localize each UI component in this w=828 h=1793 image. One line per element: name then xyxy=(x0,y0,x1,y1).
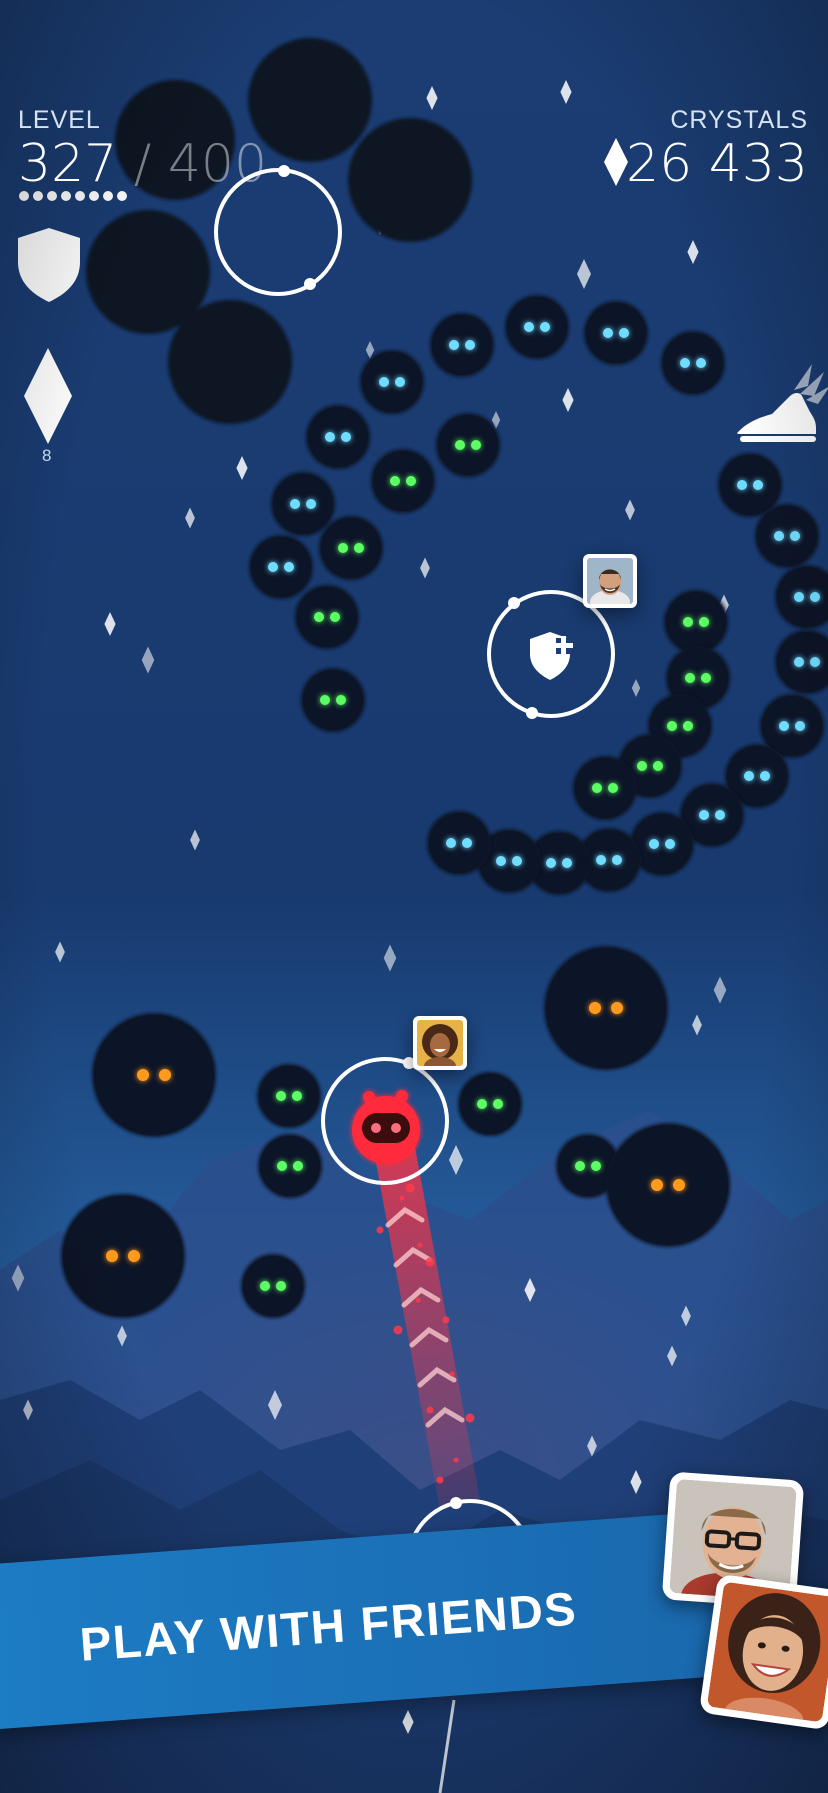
level-current: 327 xyxy=(18,134,118,194)
large-dark-creature xyxy=(606,1123,730,1247)
dark-creature xyxy=(755,504,819,568)
dark-creature xyxy=(573,756,637,820)
friend-avatar xyxy=(417,1020,463,1066)
trail-particle xyxy=(426,1406,434,1414)
trail-particle xyxy=(417,1242,423,1248)
trail-particle xyxy=(415,1297,421,1303)
trail-particle xyxy=(436,1476,444,1484)
dark-creature xyxy=(301,668,365,732)
dark-creature xyxy=(505,295,569,359)
dark-creature xyxy=(661,331,725,395)
trail-particle xyxy=(425,1257,435,1267)
trail-particle xyxy=(453,1457,459,1463)
dark-creature xyxy=(584,301,648,365)
large-dark-creature xyxy=(544,946,668,1070)
dark-creature xyxy=(718,453,782,517)
trail-particle xyxy=(442,1316,450,1324)
dark-creature xyxy=(436,413,500,477)
dark-creature xyxy=(427,811,491,875)
trail-particle xyxy=(399,1195,405,1201)
large-dark-creature xyxy=(92,1013,216,1137)
friend-tag-curly-woman[interactable] xyxy=(413,1016,467,1070)
dark-creature xyxy=(306,405,370,469)
trail-particle xyxy=(465,1413,475,1423)
dark-creature xyxy=(295,585,359,649)
trail-particle xyxy=(393,1325,403,1335)
dark-creature xyxy=(257,1064,321,1128)
dark-creature xyxy=(241,1254,305,1318)
level-label: LEVEL xyxy=(18,106,101,134)
dark-creature xyxy=(371,449,435,513)
friend-card-smiling-woman[interactable] xyxy=(698,1573,828,1731)
dark-creature xyxy=(249,535,313,599)
friend-avatar xyxy=(706,1581,828,1723)
trail-particle xyxy=(405,1183,415,1193)
dark-creature xyxy=(319,516,383,580)
dark-creature xyxy=(258,1134,322,1198)
crystal-powerup-count: 8 xyxy=(42,446,52,465)
level-total: / 400 xyxy=(117,134,268,194)
dark-creature xyxy=(664,590,728,654)
level-counter: 327 / 400 xyxy=(18,134,267,194)
dark-creature xyxy=(458,1072,522,1136)
trail-particle xyxy=(376,1226,384,1234)
dark-creature xyxy=(271,472,335,536)
friend-avatar xyxy=(587,558,633,604)
dark-creature xyxy=(360,350,424,414)
large-dark-creature xyxy=(61,1194,185,1318)
crystals-value: 26 433 xyxy=(626,134,808,194)
friend-tag-bearded-man[interactable] xyxy=(583,554,637,608)
crystals-label: CRYSTALS xyxy=(670,106,808,134)
dark-creature xyxy=(430,313,494,377)
trail-particle xyxy=(449,1371,455,1377)
